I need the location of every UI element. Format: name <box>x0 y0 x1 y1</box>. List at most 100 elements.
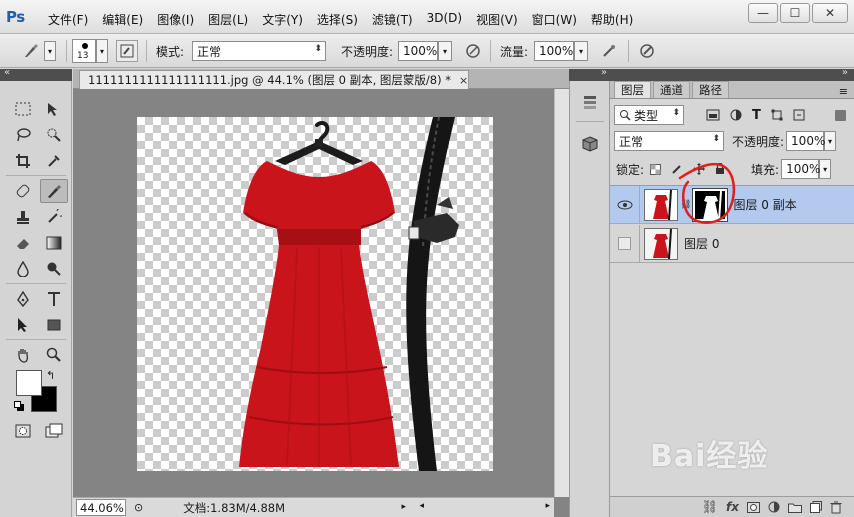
dodge-tool[interactable] <box>40 257 68 281</box>
collapse-panel-icon[interactable]: » <box>842 67 848 78</box>
history-brush-tool[interactable] <box>40 205 68 229</box>
pixel-filter-icon[interactable] <box>706 109 720 121</box>
quick-selection-tool[interactable] <box>40 123 68 147</box>
layer-name[interactable]: 图层 0 <box>684 235 719 252</box>
menu-type[interactable]: 文字(Y) <box>262 11 303 28</box>
tab-channels[interactable]: 通道 <box>653 81 690 98</box>
fill-dropdown[interactable]: ▾ <box>819 159 832 179</box>
blend-mode-select[interactable]: 正常 ⬍ <box>614 131 724 151</box>
zoom-level-input[interactable]: 44.06% <box>76 499 126 516</box>
adjustment-filter-icon[interactable] <box>730 109 742 121</box>
brush-panel-toggle[interactable] <box>116 40 138 62</box>
preset-dropdown-arrow[interactable]: ▾ <box>44 41 56 61</box>
minimize-button[interactable]: — <box>748 3 778 23</box>
panel-menu-icon[interactable]: ≡ <box>839 85 848 98</box>
menu-select[interactable]: 选择(S) <box>317 11 358 28</box>
filter-type-select[interactable]: 类型 ⬍ <box>614 105 684 125</box>
rectangle-tool[interactable] <box>40 313 68 337</box>
flow-control[interactable]: 100% ▾ <box>534 41 588 61</box>
lock-transparent-icon[interactable] <box>650 163 662 175</box>
path-selection-tool[interactable] <box>9 313 37 337</box>
3d-panel-icon[interactable] <box>579 133 601 155</box>
layer-opacity-input[interactable]: 100% <box>786 131 825 151</box>
side-dock-header[interactable]: » <box>569 67 610 81</box>
brush-tool-preset[interactable]: ▾ <box>20 41 56 61</box>
type-filter-icon[interactable]: T <box>752 108 761 123</box>
new-layer-icon[interactable] <box>810 501 822 513</box>
close-tab-icon[interactable]: × <box>459 74 468 87</box>
scroll-right-icon[interactable]: ▸ <box>545 501 550 511</box>
status-menu-arrow-icon[interactable]: ▸ <box>401 502 406 512</box>
healing-brush-tool[interactable] <box>9 179 37 203</box>
layer-thumbnail[interactable] <box>644 227 678 260</box>
menu-window[interactable]: 窗口(W) <box>532 11 577 28</box>
close-button[interactable]: ✕ <box>812 3 848 23</box>
document-tab[interactable]: 1111111111111111111.jpg @ 44.1% (图层 0 副本… <box>79 70 469 89</box>
menu-layer[interactable]: 图层(L) <box>208 11 248 28</box>
marquee-tool[interactable] <box>9 97 37 121</box>
visibility-toggle[interactable] <box>610 224 640 263</box>
image-canvas[interactable] <box>137 117 493 471</box>
maximize-button[interactable]: ☐ <box>780 3 810 23</box>
screen-mode-icon[interactable] <box>40 419 68 443</box>
brush-size-dropdown[interactable]: ▾ <box>96 39 108 63</box>
adjustment-icon[interactable] <box>768 501 780 513</box>
pressure-size-button[interactable] <box>636 41 658 61</box>
menu-3d[interactable]: 3D(D) <box>427 11 462 28</box>
menu-file[interactable]: 文件(F) <box>48 11 88 28</box>
fx-icon[interactable]: fx <box>726 500 739 514</box>
menu-filter[interactable]: 滤镜(T) <box>372 11 413 28</box>
quick-mask-icon[interactable] <box>9 419 37 443</box>
layer-opacity-dropdown[interactable]: ▾ <box>824 131 837 151</box>
visibility-toggle[interactable] <box>610 185 640 224</box>
history-panel-icon[interactable] <box>579 91 601 113</box>
menu-image[interactable]: 图像(I) <box>157 11 194 28</box>
blur-tool[interactable] <box>9 257 37 281</box>
eraser-tool[interactable] <box>9 231 37 255</box>
gradient-tool[interactable] <box>40 231 68 255</box>
scroll-left-icon[interactable]: ◂ <box>419 501 424 511</box>
type-tool[interactable] <box>40 287 68 311</box>
tab-layers[interactable]: 图层 <box>614 81 651 98</box>
pressure-opacity-button[interactable] <box>462 41 484 61</box>
shape-filter-icon[interactable] <box>771 109 783 121</box>
vertical-scrollbar[interactable] <box>554 89 569 497</box>
smart-object-filter-icon[interactable] <box>793 109 805 121</box>
mode-select[interactable]: 正常 ⬍ <box>192 41 326 61</box>
flow-input[interactable]: 100% <box>534 41 574 61</box>
collapse-icon[interactable]: « <box>4 67 10 78</box>
eyedropper-tool[interactable] <box>40 149 68 173</box>
folder-icon[interactable] <box>788 502 802 513</box>
crop-tool[interactable] <box>9 149 37 173</box>
airbrush-button[interactable] <box>598 41 620 61</box>
layer-thumbnail[interactable] <box>644 188 678 221</box>
link-icon[interactable]: ⛓ <box>702 500 719 515</box>
expand-icon[interactable]: » <box>601 67 607 78</box>
tab-paths[interactable]: 路径 <box>692 81 729 98</box>
filter-toggle-icon[interactable] <box>835 110 846 121</box>
fill-input[interactable]: 100% <box>781 159 820 179</box>
opacity-dropdown[interactable]: ▾ <box>438 41 452 61</box>
layers-panel-header[interactable]: » <box>610 67 854 81</box>
opacity-control[interactable]: 100% ▾ <box>398 41 452 61</box>
layer-row-base[interactable]: 图层 0 <box>610 224 854 263</box>
clone-stamp-tool[interactable] <box>9 205 37 229</box>
layer-name[interactable]: 图层 0 副本 <box>733 196 796 213</box>
hand-tool[interactable] <box>9 343 37 367</box>
brush-size-picker[interactable]: 13 ▾ <box>72 39 108 63</box>
default-colors-icon[interactable] <box>14 401 24 411</box>
flow-dropdown[interactable]: ▾ <box>574 41 588 61</box>
zoom-tool[interactable] <box>40 343 68 367</box>
menu-view[interactable]: 视图(V) <box>476 11 518 28</box>
swap-colors-icon[interactable]: ↰ <box>46 369 55 382</box>
menu-edit[interactable]: 编辑(E) <box>102 11 143 28</box>
move-tool[interactable] <box>40 97 68 121</box>
mask-icon[interactable] <box>747 501 760 513</box>
lasso-tool[interactable] <box>9 123 37 147</box>
trash-icon[interactable] <box>830 501 842 514</box>
toolbox-header[interactable]: « <box>0 67 72 81</box>
pen-tool[interactable] <box>9 287 37 311</box>
layer-row-copy[interactable]: ⛓ 图层 0 副本 <box>610 162 854 224</box>
brush-tool[interactable] <box>40 179 68 203</box>
status-info-icon[interactable]: ⊙ <box>134 501 143 514</box>
